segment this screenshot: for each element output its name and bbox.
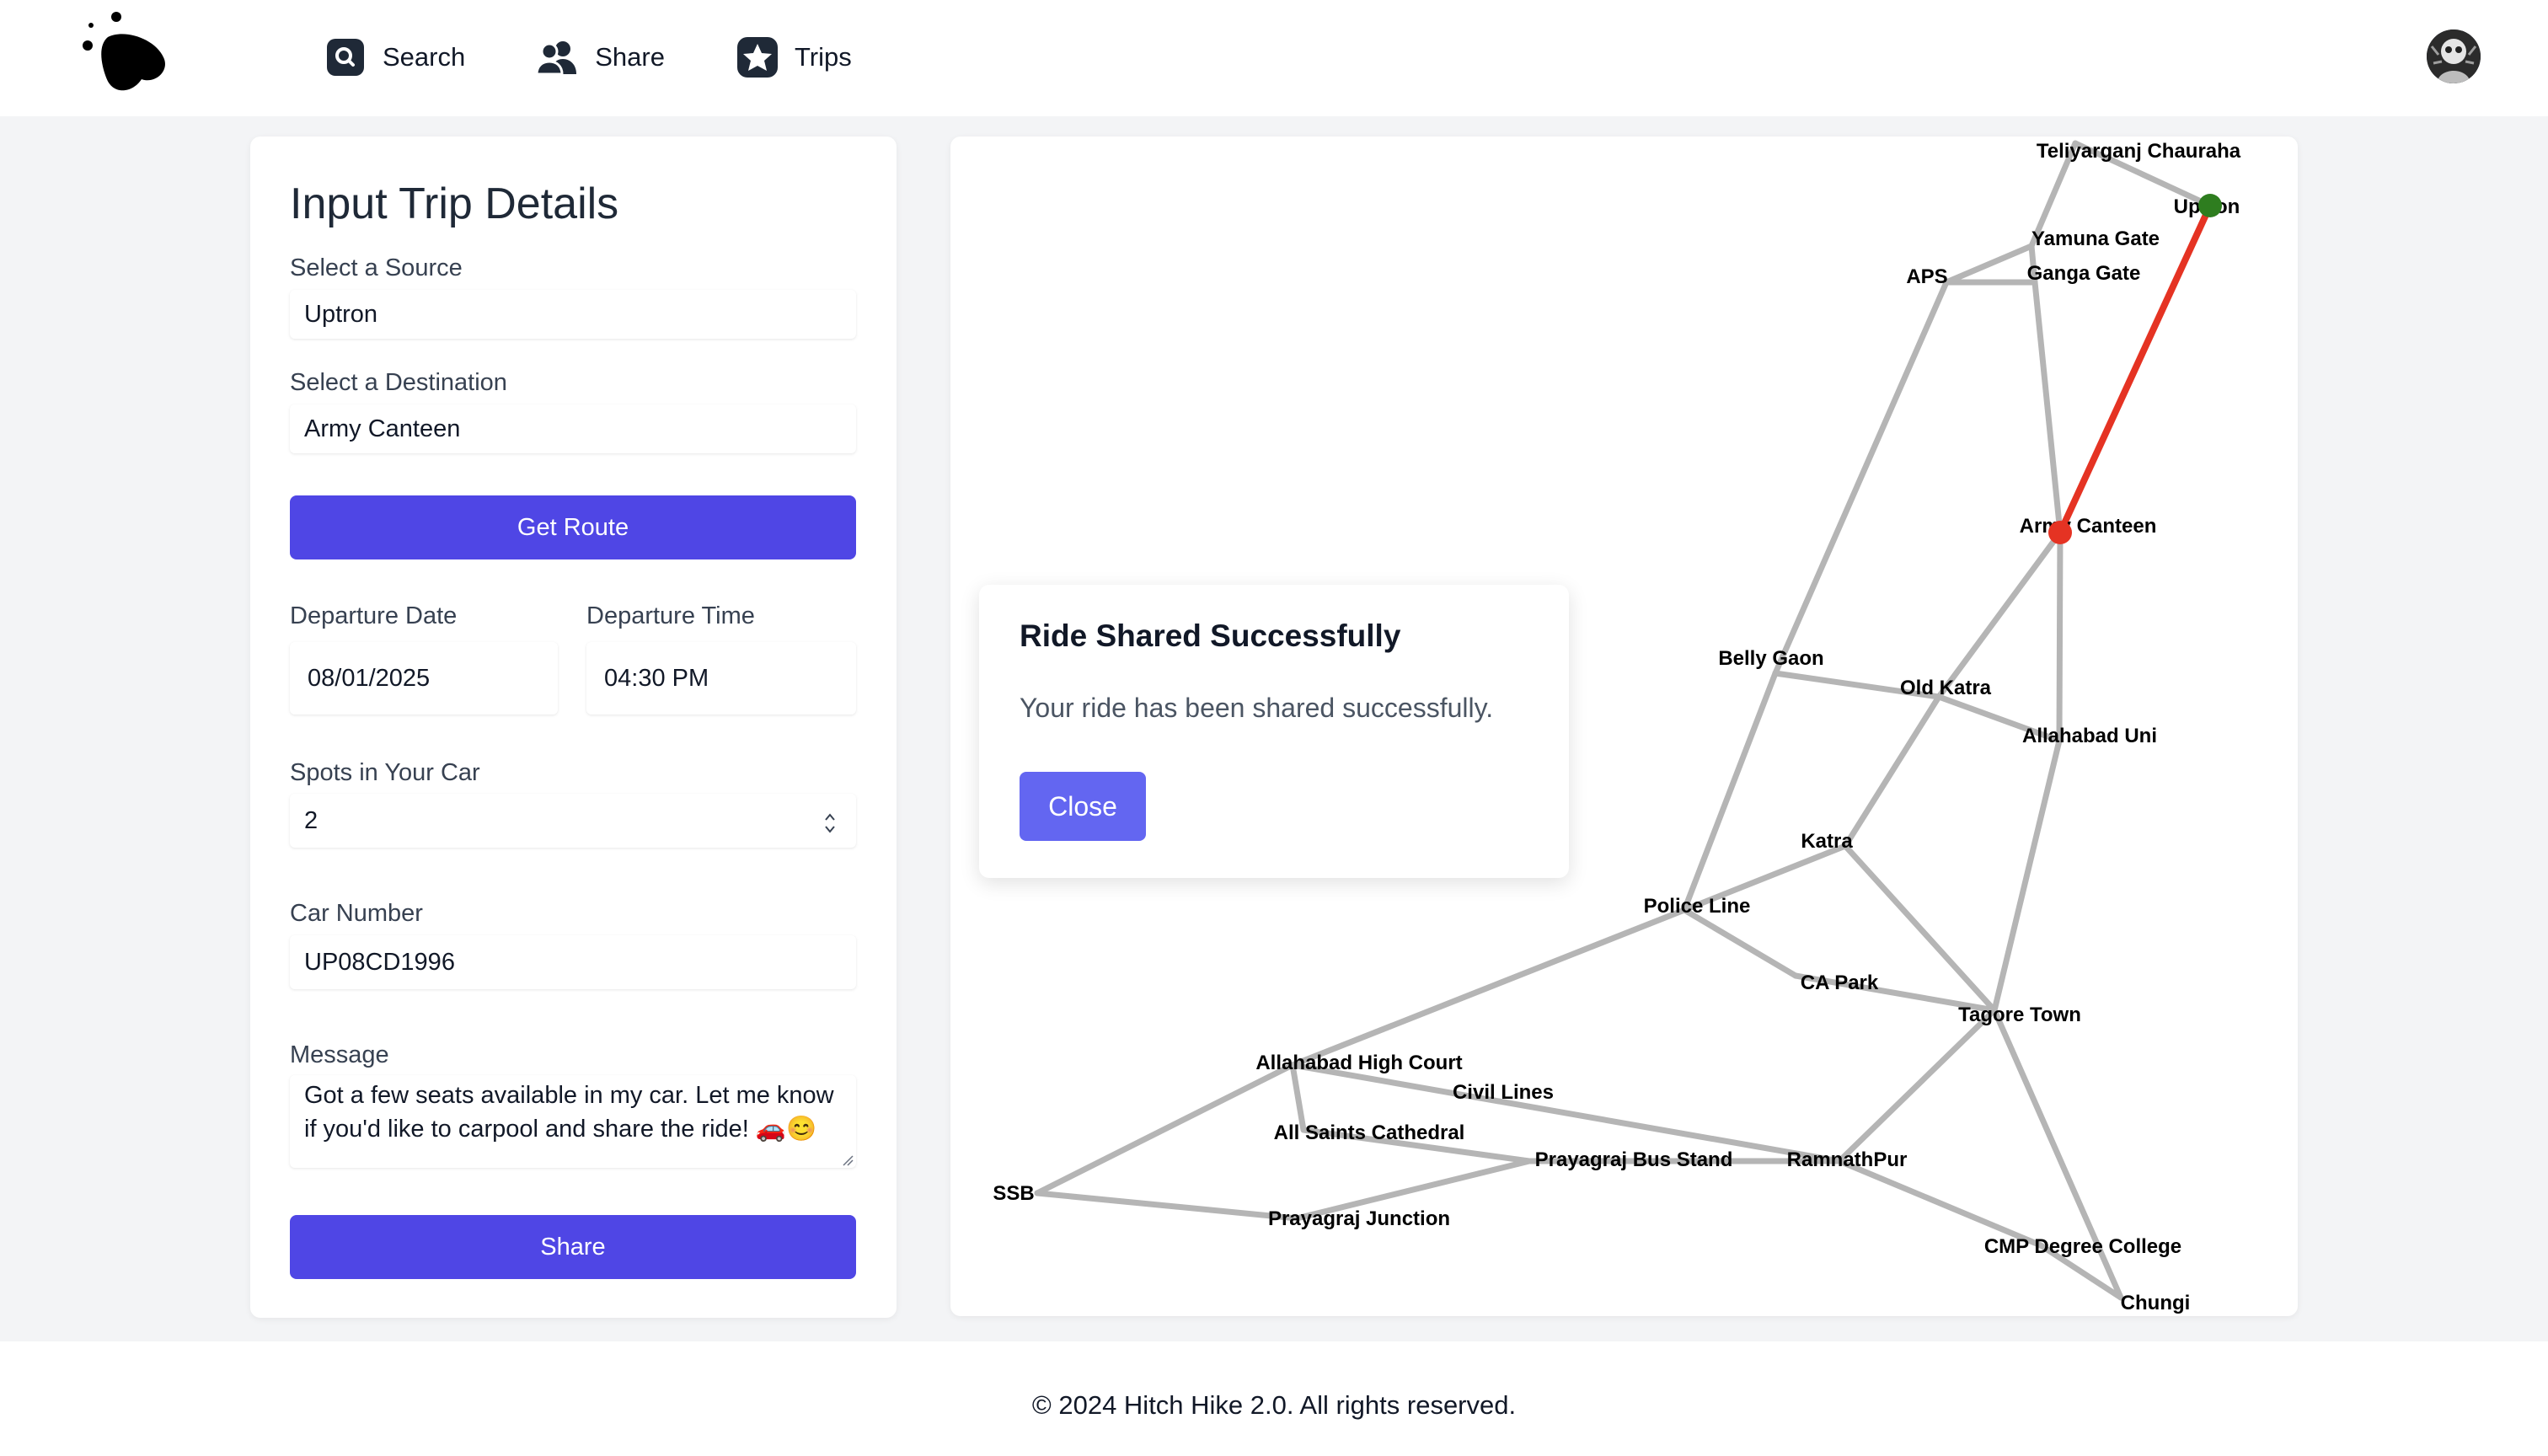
destination-marker[interactable] bbox=[2048, 521, 2072, 544]
departure-time-input[interactable]: 04:30 PM bbox=[586, 642, 856, 715]
spinner-arrows-icon[interactable] bbox=[822, 811, 838, 836]
map-edge bbox=[1836, 1158, 2044, 1249]
modal-title: Ride Shared Successfully bbox=[1020, 618, 1401, 653]
map-edge bbox=[1289, 907, 1688, 1068]
departure-date-input[interactable]: 08/01/2025 bbox=[290, 642, 558, 715]
map-node-label: All Saints Cathedral bbox=[1274, 1121, 1465, 1144]
resize-handle-icon[interactable] bbox=[842, 1154, 854, 1166]
map-edge bbox=[1034, 1062, 1296, 1196]
map-route bbox=[2057, 202, 2213, 536]
map-node-label: Army Canteen bbox=[2020, 515, 2157, 538]
map-node-label: Prayagraj Bus Stand bbox=[1535, 1148, 1733, 1171]
user-avatar[interactable] bbox=[2427, 29, 2481, 83]
source-select[interactable]: Uptron bbox=[290, 290, 856, 339]
success-modal: Ride Shared Successfully Your ride has b… bbox=[979, 585, 1569, 878]
map-node-label: Ganga Gate bbox=[2027, 262, 2141, 285]
map-node-label: Teliyarganj Chauraha bbox=[2037, 140, 2241, 163]
map-node-label: Old Katra bbox=[1900, 677, 1992, 699]
map-edge bbox=[2056, 529, 2064, 744]
map-node-label: Yamuna Gate bbox=[2031, 228, 2160, 250]
star-icon bbox=[736, 35, 779, 79]
copyright-text: © 2024 Hitch Hike 2.0. All rights reserv… bbox=[1031, 1390, 1517, 1420]
paw-logo-icon[interactable] bbox=[74, 7, 175, 99]
map-node-label: Allahabad High Court bbox=[1255, 1052, 1462, 1074]
map-edge bbox=[1836, 1007, 1998, 1164]
spots-stepper[interactable]: 2 bbox=[290, 794, 856, 848]
route-line bbox=[2057, 202, 2213, 536]
nav-search-label: Search bbox=[383, 42, 466, 72]
get-route-button[interactable]: Get Route bbox=[290, 495, 856, 559]
map-edge bbox=[1842, 693, 1942, 849]
departure-date-label: Departure Date bbox=[290, 602, 458, 629]
spots-label: Spots in Your Car bbox=[290, 759, 480, 786]
source-marker[interactable] bbox=[2198, 194, 2222, 217]
map-node-label: Police Line bbox=[1644, 895, 1751, 918]
destination-select[interactable]: Army Canteen bbox=[290, 404, 856, 453]
message-label: Message bbox=[290, 1041, 389, 1068]
map-node-label: Allahabad Uni bbox=[2022, 725, 2157, 747]
map-edge bbox=[1289, 1062, 1307, 1133]
map-node-label: SSB bbox=[993, 1182, 1034, 1205]
map-node-label: Prayagraj Junction bbox=[1268, 1207, 1450, 1230]
search-icon bbox=[324, 35, 367, 79]
map-edge bbox=[2031, 279, 2064, 536]
destination-label: Select a Destination bbox=[290, 369, 507, 396]
spots-value: 2 bbox=[304, 806, 318, 834]
nav-search[interactable]: Search bbox=[324, 35, 465, 79]
map-edge bbox=[1681, 907, 1799, 979]
message-textarea[interactable]: Got a few seats available in my car. Let… bbox=[290, 1075, 856, 1168]
map-edge bbox=[1034, 1190, 1300, 1222]
map-node-label: Tagore Town bbox=[1958, 1004, 2081, 1026]
users-icon bbox=[536, 35, 580, 79]
car-number-input[interactable]: UP08CD1996 bbox=[290, 935, 856, 989]
nav-trips[interactable]: Trips bbox=[736, 35, 852, 79]
top-navbar: Search Share Trips bbox=[0, 0, 2548, 116]
map-node-label: CA Park bbox=[1801, 972, 1879, 994]
nav-share-label: Share bbox=[595, 42, 665, 72]
map-node-label: Katra bbox=[1801, 830, 1853, 853]
map-edge bbox=[1289, 1062, 1843, 1164]
map-edge bbox=[1991, 737, 2063, 1014]
car-number-label: Car Number bbox=[290, 900, 423, 927]
nav-trips-label: Trips bbox=[794, 42, 852, 72]
map-edge bbox=[1681, 670, 1779, 913]
footer: © 2024 Hitch Hike 2.0. All rights reserv… bbox=[0, 1341, 2548, 1456]
main-nav: Search Share Trips bbox=[324, 30, 923, 84]
map-node-label: Chungi bbox=[2121, 1292, 2191, 1314]
form-title: Input Trip Details bbox=[290, 179, 619, 228]
close-button[interactable]: Close bbox=[1020, 772, 1146, 841]
map-edge bbox=[1935, 529, 2064, 700]
map-edge bbox=[1943, 243, 2035, 286]
map-node-label: Civil Lines bbox=[1453, 1081, 1554, 1104]
trip-details-card: Input Trip Details Select a Source Uptro… bbox=[250, 136, 897, 1318]
departure-time-label: Departure Time bbox=[586, 602, 755, 629]
modal-message: Your ride has been shared successfully. bbox=[1020, 693, 1494, 723]
map-node-label: Belly Gaon bbox=[1718, 647, 1823, 670]
source-label: Select a Source bbox=[290, 254, 463, 281]
share-button[interactable]: Share bbox=[290, 1215, 856, 1279]
map-edge bbox=[1772, 279, 1950, 677]
map-node-label: APS bbox=[1906, 265, 1947, 288]
map-node-label: CMP Degree College bbox=[1984, 1235, 2181, 1258]
map-node-label: RamnathPur bbox=[1787, 1148, 1908, 1171]
nav-share[interactable]: Share bbox=[536, 35, 665, 79]
